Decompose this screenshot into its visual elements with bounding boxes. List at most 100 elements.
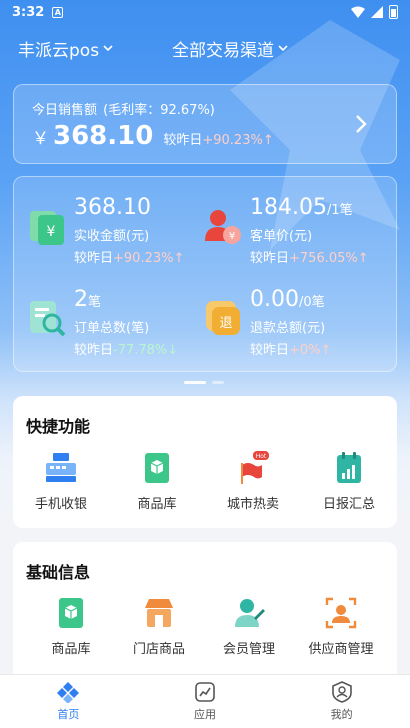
metric-refund-total[interactable]: 退 0.00/0笔 退款总额(元) 较昨日+0%↑: [202, 287, 382, 367]
compare-label: 较昨日: [250, 343, 290, 358]
metric-value: 2笔: [74, 287, 101, 312]
basic-label: 商品库: [51, 642, 91, 657]
gross-margin: (毛利率：92.67%): [103, 103, 215, 118]
channel-selector[interactable]: 全部交易渠道: [172, 36, 288, 61]
compare-value: +90.23%: [202, 133, 263, 148]
metric-compare: 较昨日+756.05%↑: [250, 247, 369, 266]
pager-dot[interactable]: [212, 381, 224, 384]
refund-icon-text: 退: [219, 316, 232, 331]
metric-average-order[interactable]: ¥ 184.05/1笔 客单价(元) 较昨日+756.05%↑: [202, 195, 382, 275]
metric-label: 退款总额(元): [250, 321, 326, 336]
metrics-card: ¥ 368.10 实收金额(元) 较昨日+90.23%↑ ¥ 184.05/1笔…: [13, 176, 397, 372]
metric-compare: 较昨日+0%↑: [250, 339, 331, 358]
currency-symbol: ￥: [32, 129, 49, 149]
supplier-icon: [325, 597, 357, 629]
metric-label: 客单价(元): [250, 229, 313, 244]
customer-icon: ¥: [205, 210, 241, 244]
today-sales-compare: 较昨日+90.23%↑: [163, 129, 273, 148]
shortcut-city-hot-sales[interactable]: Hot 城市热卖: [205, 451, 301, 512]
wifi-icon: [351, 6, 365, 18]
basic-label: 门店商品: [132, 642, 185, 657]
member-icon: [235, 599, 265, 627]
compare-label: 较昨日: [74, 251, 114, 266]
store-name: 丰派云pos: [18, 40, 100, 61]
carousel-indicator[interactable]: [184, 381, 224, 384]
today-sales-amount: 368.10: [53, 121, 154, 151]
metric-received-amount[interactable]: ¥ 368.10 实收金额(元) 较昨日+90.23%↑: [26, 195, 206, 275]
channel-name: 全部交易渠道: [172, 40, 274, 61]
basic-label: 供应商管理: [308, 642, 374, 657]
today-sales-card[interactable]: 今日销售额 (毛利率：92.67%) ￥ 368.10 较昨日+90.23%↑: [13, 84, 397, 164]
metric-unit: /1笔: [326, 203, 353, 218]
trend-arrow: ↓: [167, 343, 179, 358]
signal-icon: [371, 6, 383, 18]
metric-number: 2: [74, 287, 88, 312]
basic-label: 会员管理: [222, 642, 275, 657]
basic-info-section: 基础信息 商品库 门店商品 会员管理 供应商管理: [13, 542, 397, 682]
trend-arrow: ↑: [262, 133, 274, 148]
today-sales-amount-row: ￥ 368.10 较昨日+90.23%↑: [32, 121, 274, 151]
shortcut-label: 手机收银: [34, 497, 87, 512]
home-icon: [57, 682, 80, 703]
battery-icon: [389, 5, 398, 19]
compare-value: +756.05%: [289, 251, 358, 266]
top-header: 丰派云pos 全部交易渠道: [0, 30, 410, 66]
shortcut-label: 城市热卖: [226, 497, 279, 512]
store-selector[interactable]: 丰派云pos: [18, 36, 113, 61]
cash-register-icon: [46, 453, 76, 482]
section-title: 基础信息: [26, 563, 91, 582]
money-icon: ¥: [30, 211, 64, 245]
compare-value: -77.78%: [113, 343, 168, 358]
chevron-right-icon: [356, 115, 367, 133]
compare-value: +90.23%: [113, 251, 174, 266]
nav-profile[interactable]: 我的: [273, 675, 410, 728]
shortcut-daily-report[interactable]: 日报汇总: [301, 451, 397, 512]
basic-product-library[interactable]: 商品库: [23, 596, 119, 657]
shortcut-label: 商品库: [137, 497, 177, 512]
shortcuts-section: 快捷功能 手机收银 商品库 Hot 城市热卖 日报汇总: [13, 396, 397, 528]
trend-arrow: ↑: [173, 251, 185, 266]
svg-text:¥: ¥: [229, 231, 235, 242]
metric-value: 0.00/0笔: [250, 287, 325, 312]
metric-value: 184.05/1笔: [250, 195, 353, 220]
metric-label: 订单总数(笔): [74, 321, 150, 336]
hot-flag-icon: Hot: [241, 451, 269, 484]
pager-dot-active[interactable]: [184, 381, 206, 384]
today-sales-title: 今日销售额 (毛利率：92.67%): [32, 99, 217, 118]
metric-number: 184.05: [250, 195, 327, 220]
metric-number: 368.10: [74, 195, 151, 220]
today-sales-label: 今日销售额: [32, 103, 98, 118]
home-page: 3:32 A 丰派云pos 全部交易渠道 今日销售额 (毛利率：92.67%) …: [0, 0, 410, 728]
trend-arrow: ↑: [357, 251, 369, 266]
basic-store-products[interactable]: 门店商品: [111, 596, 207, 657]
shortcut-mobile-cashier[interactable]: 手机收银: [13, 451, 109, 512]
nav-home[interactable]: 首页: [0, 675, 137, 728]
nav-label: 我的: [330, 708, 353, 721]
apps-icon: [195, 682, 215, 702]
nav-apps[interactable]: 应用: [137, 675, 274, 728]
metric-number: 0.00: [250, 287, 299, 312]
notification-app-icon: A: [52, 6, 64, 18]
daily-report-icon: [337, 452, 361, 483]
status-icons: [351, 5, 398, 19]
chevron-down-icon: [278, 45, 288, 52]
metric-unit: 笔: [88, 295, 102, 310]
status-bar: 3:32 A: [0, 0, 410, 24]
basic-supplier-management[interactable]: 供应商管理: [293, 596, 389, 657]
nav-label: 首页: [57, 708, 80, 721]
section-title: 快捷功能: [26, 417, 91, 436]
hot-badge: Hot: [256, 453, 267, 460]
shortcut-product-library[interactable]: 商品库: [109, 451, 205, 512]
product-library-icon: [145, 453, 169, 483]
basic-member-management[interactable]: 会员管理: [201, 596, 297, 657]
compare-label: 较昨日: [163, 133, 203, 148]
status-time: 3:32: [12, 4, 45, 20]
metric-unit: /0笔: [298, 295, 325, 310]
nav-label: 应用: [194, 708, 216, 721]
svg-text:¥: ¥: [47, 224, 56, 240]
refund-icon: 退: [206, 301, 240, 335]
metric-order-count[interactable]: 2笔 订单总数(笔) 较昨日-77.78%↓: [26, 287, 206, 367]
profile-icon: [331, 681, 352, 703]
shortcut-label: 日报汇总: [322, 497, 375, 512]
store-icon: [145, 599, 173, 627]
